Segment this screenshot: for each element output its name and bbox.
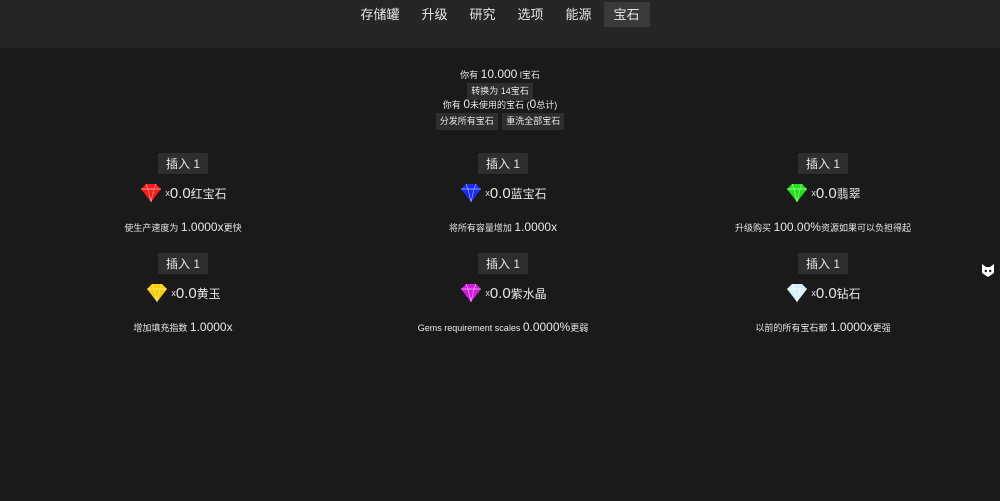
insert-sapphire-button[interactable]: 插入 1 [477,153,528,174]
topaz-effect: 增加填充指数 1.0000x [133,320,233,334]
unused-amount: 0 [463,97,471,111]
amethyst-effect: Gems requirement scales 0.0000%更弱 [417,320,589,334]
gem-card-amethyst: 插入 1 x 0.0 紫水晶 Gems requirement scales 0.0… [403,253,603,334]
distribute-all-button[interactable]: 分发所有宝石 [435,113,498,130]
gem-card-sapphire: 插入 1 x 0.0 蓝宝石 将所有容量增加 1.0000x [403,153,603,234]
ruby-count: 0.0 [169,184,191,202]
emerald-gem-icon [787,183,808,203]
tab-gems[interactable]: 宝石 [603,2,650,27]
topaz-name: 黄玉 [196,286,221,301]
tab-energy[interactable]: 能源 [556,2,602,27]
emerald-count: 0.0 [815,184,837,202]
ruby-effect: 使生产速度为 1.0000x更快 [124,220,242,234]
ruby-name: 红宝石 [190,186,227,201]
diamond-count: 0.0 [815,284,837,302]
gem-balance-line: 你有 10.000 l宝石 [0,67,1000,82]
balance-amount: 10.000 [480,67,518,81]
sapphire-count: 0.0 [489,184,511,202]
tab-strip: 存储罐 升级 研究 选项 能源 宝石 [0,2,1000,27]
gem-card-topaz: 插入 1 x 0.0 黄玉 增加填充指数 1.0000x [83,253,283,334]
unused-middle: 未使用的宝石 ( [470,100,530,110]
amethyst-name: 紫水晶 [510,286,547,301]
amethyst-gem-icon [461,283,482,303]
insert-ruby-button[interactable]: 插入 1 [157,153,208,174]
ruby-gem-icon [141,183,162,203]
diamond-effect: 以前的所有宝石都 1.0000x更强 [755,320,891,334]
tab-storage[interactable]: 存储罐 [350,2,409,27]
emerald-name: 翡翠 [836,186,861,201]
topaz-gem-icon [147,283,168,303]
insert-amethyst-button[interactable]: 插入 1 [477,253,528,274]
tab-upgrades[interactable]: 升级 [411,2,457,27]
gem-info-panel: 你有 10.000 l宝石 转换为 14宝石 你有 0未使用的宝石 (0总计) … [0,67,1000,130]
amethyst-count: 0.0 [489,284,511,302]
unused-suffix: 总计) [536,100,558,110]
tab-options[interactable]: 选项 [508,2,554,27]
insert-diamond-button[interactable]: 插入 1 [797,253,848,274]
sapphire-effect: 将所有容量增加 1.0000x [448,220,558,234]
reset-all-button[interactable]: 重洗全部宝石 [502,113,565,130]
insert-emerald-button[interactable]: 插入 1 [797,153,848,174]
diamond-gem-icon [787,283,808,303]
gem-card-diamond: 插入 1 x 0.0 钻石 以前的所有宝石都 1.0000x更强 [723,253,923,334]
balance-unit: l宝石 [519,70,540,80]
insert-topaz-button[interactable]: 插入 1 [157,253,208,274]
cat-face-icon[interactable] [980,262,996,278]
sapphire-name: 蓝宝石 [510,186,547,201]
emerald-effect: 升级购买 100.00%资源如果可以负担得起 [735,220,911,234]
balance-prefix: 你有 [460,70,479,80]
sapphire-gem-icon [461,183,482,203]
unused-prefix: 你有 [442,100,461,110]
top-nav-bar: 存储罐 升级 研究 选项 能源 宝石 [0,0,1000,48]
tab-research[interactable]: 研究 [459,2,505,27]
topaz-count: 0.0 [175,284,197,302]
unused-gems-line: 你有 0未使用的宝石 (0总计) [0,97,1000,112]
gem-card-emerald: 插入 1 x 0.0 翡翠 升级购买 100.00%资源如果可以负担得起 [723,153,923,234]
gem-card-ruby: 插入 1 x 0.0 红宝石 使生产速度为 1.0000x更快 [83,153,283,234]
diamond-name: 钻石 [836,286,861,301]
